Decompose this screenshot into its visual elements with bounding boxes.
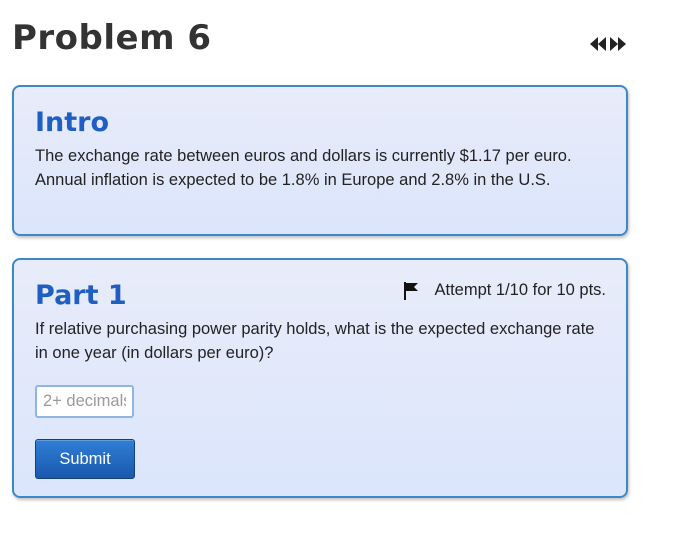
answer-input[interactable] (35, 385, 134, 418)
attempt-text: Attempt 1/10 for 10 pts. (434, 281, 606, 299)
intro-card: Intro The exchange rate between euros an… (12, 85, 628, 236)
problem-title: Problem 6 (12, 18, 212, 58)
page: Problem 6 Intro The exchange rate betwee… (0, 0, 686, 548)
part1-question: If relative purchasing power parity hold… (35, 320, 595, 362)
prev-next-arrows-icon[interactable] (590, 36, 626, 52)
intro-text: The exchange rate between euros and doll… (35, 147, 572, 189)
part1-card: Part 1 Attempt 1/10 for 10 pts. If relat… (12, 258, 628, 498)
flag-icon[interactable] (404, 281, 420, 300)
intro-heading: Intro (35, 107, 110, 138)
submit-button[interactable]: Submit (35, 439, 135, 479)
attempt-info: Attempt 1/10 for 10 pts. (404, 281, 606, 300)
part1-heading: Part 1 (35, 280, 127, 311)
